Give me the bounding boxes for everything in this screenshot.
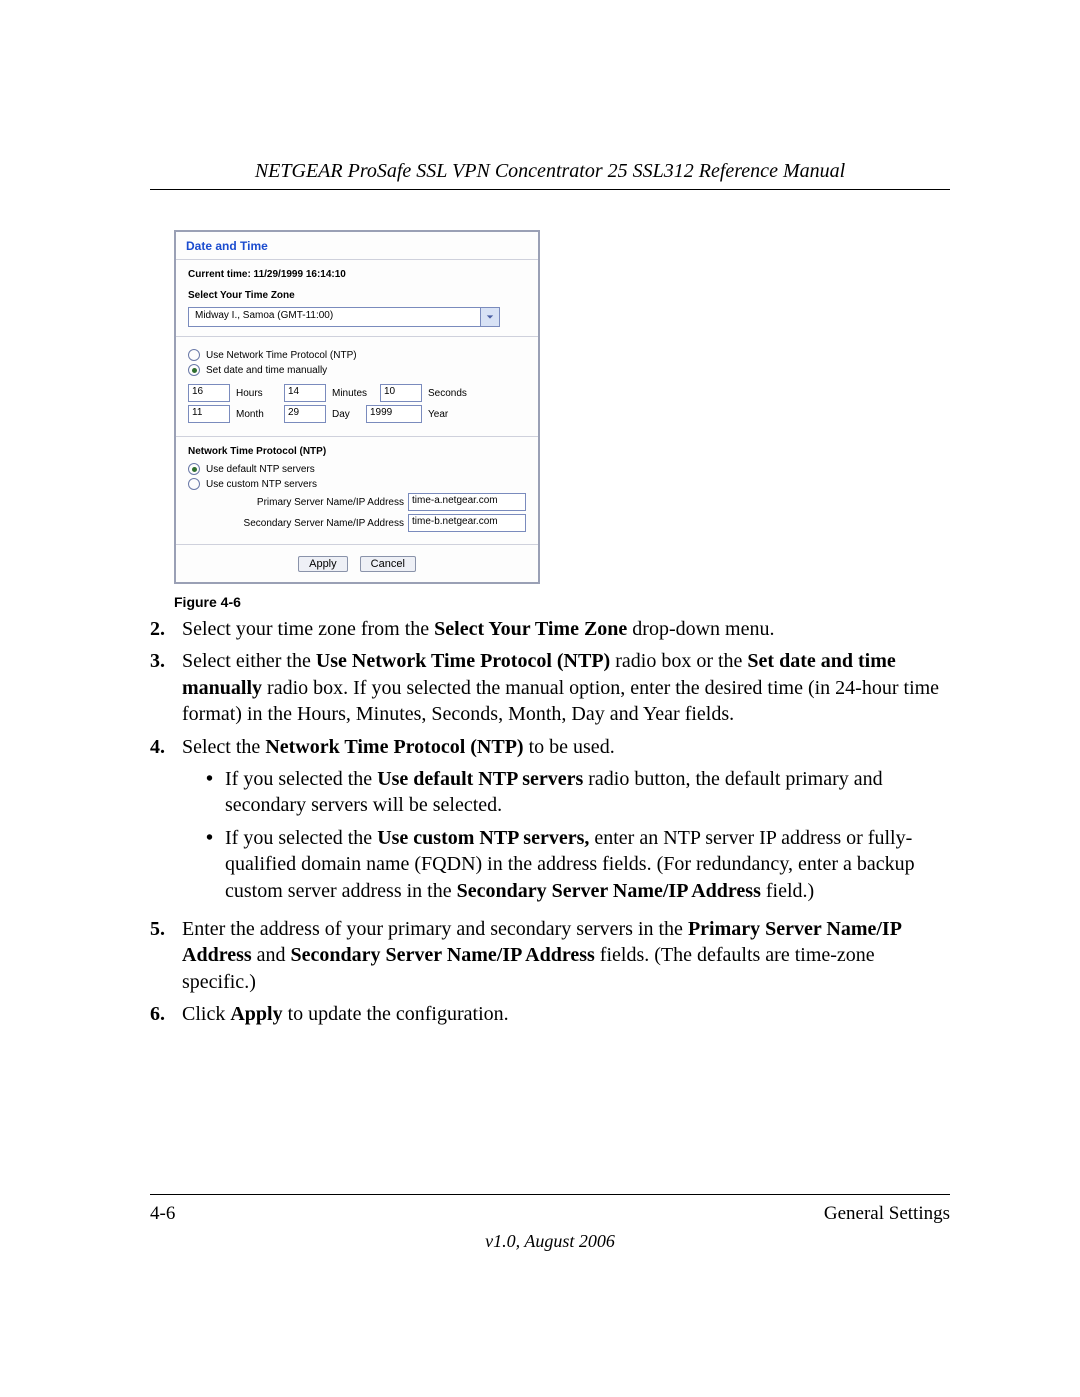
seconds-label: Seconds bbox=[428, 388, 470, 399]
month-input[interactable]: 11 bbox=[188, 405, 230, 423]
document-title: NETGEAR ProSafe SSL VPN Concentrator 25 … bbox=[150, 160, 950, 183]
cancel-button[interactable]: Cancel bbox=[360, 556, 416, 572]
step-4: 4. Select the Network Time Protocol (NTP… bbox=[150, 734, 950, 910]
instruction-list: 2. Select your time zone from the Select… bbox=[150, 616, 950, 1027]
set-manual-label: Set date and time manually bbox=[206, 365, 327, 376]
doc-version: v1.0, August 2006 bbox=[150, 1231, 950, 1252]
month-label: Month bbox=[236, 409, 278, 420]
panel-heading: Date and Time bbox=[176, 232, 538, 256]
page-number: 4-6 bbox=[150, 1203, 175, 1225]
tz-label: Select Your Time Zone bbox=[188, 290, 526, 301]
step-3: 3. Select either the Use Network Time Pr… bbox=[150, 648, 950, 727]
secondary-server-label: Secondary Server Name/IP Address bbox=[244, 518, 404, 529]
current-time: Current time: 11/29/1999 16:14:10 bbox=[188, 269, 526, 280]
step-5: 5. Enter the address of your primary and… bbox=[150, 916, 950, 995]
section-name: General Settings bbox=[824, 1203, 950, 1225]
figure-caption: Figure 4-6 bbox=[174, 594, 950, 610]
day-input[interactable]: 29 bbox=[284, 405, 326, 423]
hours-label: Hours bbox=[236, 388, 278, 399]
default-ntp-label: Use default NTP servers bbox=[206, 464, 315, 475]
apply-button[interactable]: Apply bbox=[298, 556, 348, 572]
header-rule bbox=[150, 189, 950, 190]
step-4-bullet-1: • If you selected the Use default NTP se… bbox=[206, 766, 950, 819]
default-ntp-radio[interactable] bbox=[188, 463, 200, 475]
primary-server-label: Primary Server Name/IP Address bbox=[257, 497, 404, 508]
hours-input[interactable]: 16 bbox=[188, 384, 230, 402]
minutes-input[interactable]: 14 bbox=[284, 384, 326, 402]
step-4-bullet-2: • If you selected the Use custom NTP ser… bbox=[206, 825, 950, 904]
custom-ntp-label: Use custom NTP servers bbox=[206, 479, 317, 490]
year-label: Year bbox=[428, 409, 456, 420]
secondary-server-input[interactable]: time-b.netgear.com bbox=[408, 514, 526, 532]
date-time-panel: Date and Time Current time: 11/29/1999 1… bbox=[174, 230, 540, 584]
custom-ntp-radio[interactable] bbox=[188, 478, 200, 490]
dropdown-arrow-icon[interactable] bbox=[480, 308, 499, 326]
set-manual-radio[interactable] bbox=[188, 364, 200, 376]
page-footer: 4-6 General Settings v1.0, August 2006 bbox=[0, 1176, 1080, 1252]
use-ntp-label: Use Network Time Protocol (NTP) bbox=[206, 350, 357, 361]
use-ntp-radio[interactable] bbox=[188, 349, 200, 361]
primary-server-input[interactable]: time-a.netgear.com bbox=[408, 493, 526, 511]
seconds-input[interactable]: 10 bbox=[380, 384, 422, 402]
minutes-label: Minutes bbox=[332, 388, 374, 399]
step-2: 2. Select your time zone from the Select… bbox=[150, 616, 950, 642]
step-6: 6. Click Apply to update the configurati… bbox=[150, 1001, 950, 1027]
day-label: Day bbox=[332, 409, 360, 420]
ntp-heading: Network Time Protocol (NTP) bbox=[188, 446, 526, 457]
timezone-value: Midway I., Samoa (GMT-11:00) bbox=[189, 308, 480, 326]
year-input[interactable]: 1999 bbox=[366, 405, 422, 423]
timezone-select[interactable]: Midway I., Samoa (GMT-11:00) bbox=[188, 307, 500, 327]
